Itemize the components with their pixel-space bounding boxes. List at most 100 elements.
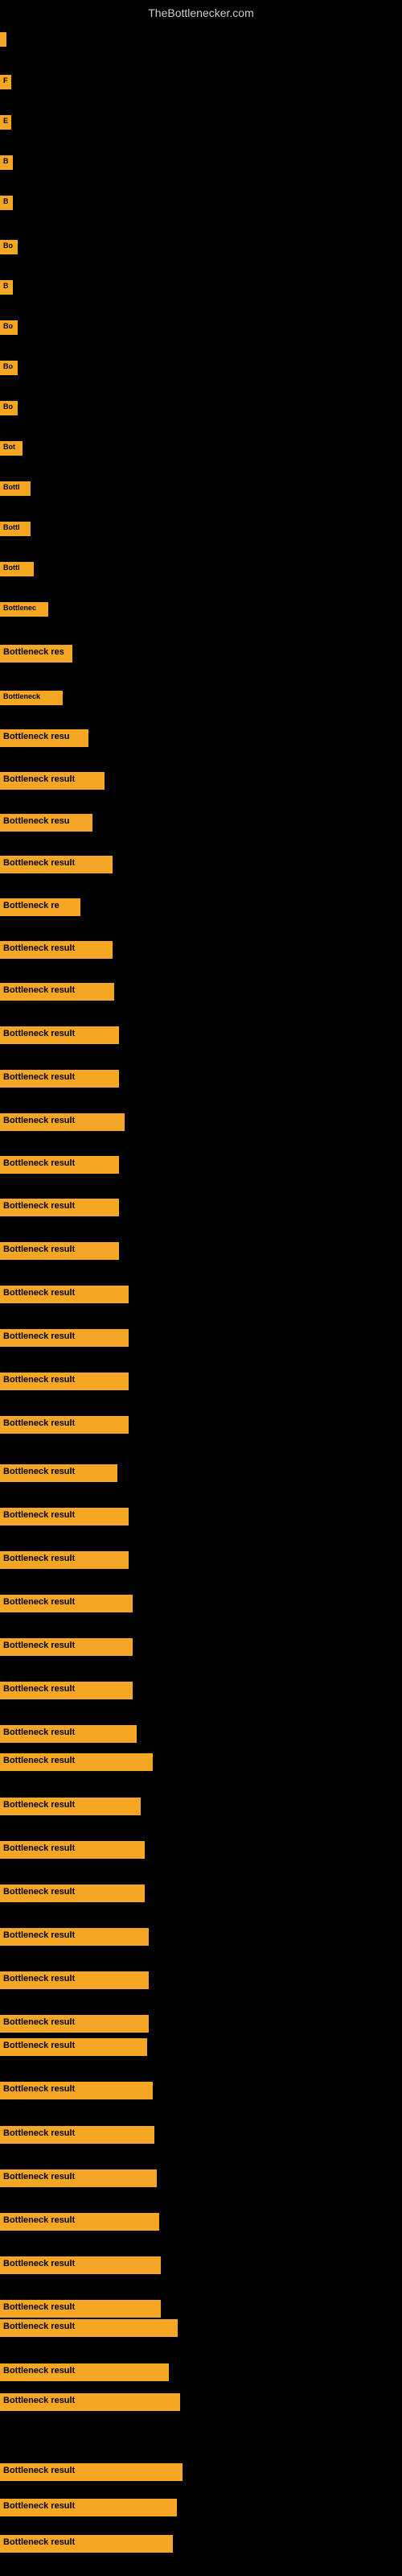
bar-label: Bottleneck res [0, 645, 72, 663]
bar-label: Bottleneck result [0, 2213, 159, 2231]
bar-item: Bottl [0, 559, 34, 576]
bar-label: E [0, 115, 11, 130]
bar-item: Bottleneck result [0, 2256, 161, 2274]
bar-label: Bottleneck result [0, 1373, 129, 1390]
bar-item: Bottleneck result [0, 1415, 129, 1434]
bar-label: Bottl [0, 481, 31, 496]
bar-label: Bottleneck resu [0, 814, 92, 832]
bar-label: Bottleneck result [0, 1329, 129, 1347]
bar-item: Bot [0, 439, 23, 456]
bar-item: E [0, 113, 11, 130]
bar-item: Bottleneck result [0, 1069, 119, 1088]
bar-item: Bottleneck result [0, 2498, 177, 2516]
bar-label: Bottleneck result [0, 2082, 153, 2099]
bar-label: Bottleneck result [0, 2256, 161, 2274]
bar-label: Bottleneck result [0, 1928, 149, 1946]
bar-item: Bottleneck result [0, 1637, 133, 1656]
bar-item: Bottleneck resu [0, 729, 88, 747]
bar-label: Bottleneck result [0, 1971, 149, 1989]
bar-label: Bo [0, 361, 18, 375]
bar-item: F [0, 72, 11, 89]
bar-item: Bottleneck result [0, 1550, 129, 1569]
bar-label: Bottleneck result [0, 1753, 153, 1771]
bar-item: B [0, 193, 13, 210]
bar-label: Bottl [0, 562, 34, 576]
bar-item: B [0, 153, 13, 170]
bar-label: Bottleneck result [0, 2015, 149, 2033]
bar-label: Bottleneck result [0, 1156, 119, 1174]
bar-label: Bottleneck result [0, 2126, 154, 2144]
bar-item: Bottleneck result [0, 982, 114, 1001]
bar-item: Bottleneck result [0, 1328, 129, 1347]
bar-label: Bottleneck result [0, 1798, 141, 1815]
bar-item: Bottleneck result [0, 2299, 161, 2318]
bar-label: Bottleneck result [0, 1026, 119, 1044]
bar-item: Bottleneck result [0, 2318, 178, 2337]
bar-label: B [0, 155, 13, 170]
bar-label: Bottleneck result [0, 1638, 133, 1656]
bar-label: Bottleneck re [0, 898, 80, 916]
bar-label: Bottleneck result [0, 2038, 147, 2056]
bar-label: Bo [0, 240, 18, 254]
bar-item: Bottleneck res [0, 644, 72, 663]
bar-item: Bottleneck result [0, 2363, 169, 2381]
bar-item: Bottleneck result [0, 1971, 149, 1989]
bar-label: Bottleneck result [0, 1242, 119, 1260]
bar-item: Bottleneck result [0, 1681, 133, 1699]
bar-label: Bottleneck resu [0, 729, 88, 747]
bar-item: Bottleneck result [0, 2125, 154, 2144]
bar-item: Bottleneck result [0, 1724, 137, 1743]
site-title: TheBottlenecker.com [0, 0, 402, 23]
bar-item: Bottleneck result [0, 1797, 141, 1815]
bar-label: Bo [0, 320, 18, 335]
bar-item: Bottleneck result [0, 855, 113, 873]
bar-item: Bottleneck result [0, 1594, 133, 1612]
bar-item: Bottleneck result [0, 1241, 119, 1260]
bar-item: Bottleneck result [0, 1927, 149, 1946]
bar-label: B [0, 280, 13, 295]
bar-label: Bottleneck result [0, 856, 113, 873]
bar-item: Bottleneck result [0, 1372, 129, 1390]
bar-item: Bottleneck resu [0, 813, 92, 832]
bar-label: Bottleneck result [0, 1464, 117, 1482]
bar-item: Bottleneck result [0, 1155, 119, 1174]
bar-label: Bottleneck result [0, 1885, 145, 1902]
bar-label: Bottleneck result [0, 2363, 169, 2381]
bar-label: F [0, 75, 11, 89]
bar-label: Bottleneck result [0, 2393, 180, 2411]
bar-label: Bo [0, 401, 18, 415]
bar-item: Bottleneck result [0, 1026, 119, 1044]
bar-item: Bottleneck result [0, 1507, 129, 1525]
bar-label: Bottleneck result [0, 1682, 133, 1699]
bar-item [0, 32, 6, 51]
bar-label: Bottleneck result [0, 1416, 129, 1434]
bar-item: Bottleneck result [0, 1198, 119, 1216]
bar-item: Bottleneck result [0, 940, 113, 959]
bar-item: Bottleneck result [0, 2212, 159, 2231]
bar-item: Bottleneck result [0, 1285, 129, 1303]
bar-label: Bottleneck [0, 691, 63, 705]
bar-label: Bottleneck result [0, 1070, 119, 1088]
bar-item: Bottleneck result [0, 1752, 153, 1771]
bar-item: Bottleneck result [0, 1113, 125, 1131]
bar-label: Bottleneck result [0, 772, 105, 790]
bar-label: Bottleneck result [0, 2319, 178, 2337]
bar-item: Bottleneck result [0, 1884, 145, 1902]
bar-item: Bottleneck [0, 688, 63, 705]
bar-item: Bo [0, 358, 18, 375]
bar-item: Bottleneck result [0, 2014, 149, 2033]
bar-item: B [0, 278, 13, 295]
bar-label: Bottl [0, 522, 31, 536]
bar-label: Bottleneck result [0, 1199, 119, 1216]
bar-label: Bottleneck result [0, 1508, 129, 1525]
bar-label: Bottleneck result [0, 2499, 177, 2516]
bar-label: Bottleneck result [0, 2169, 157, 2187]
bar-item: Bottl [0, 479, 31, 496]
bar-item: Bo [0, 237, 18, 254]
bar-label: Bottleneck result [0, 1595, 133, 1612]
bar-item: Bottleneck result [0, 2081, 153, 2099]
bar-label: Bot [0, 441, 23, 456]
bar-label: B [0, 196, 13, 210]
bar-label: Bottleneck result [0, 1841, 145, 1859]
bar-item: Bo [0, 318, 18, 335]
